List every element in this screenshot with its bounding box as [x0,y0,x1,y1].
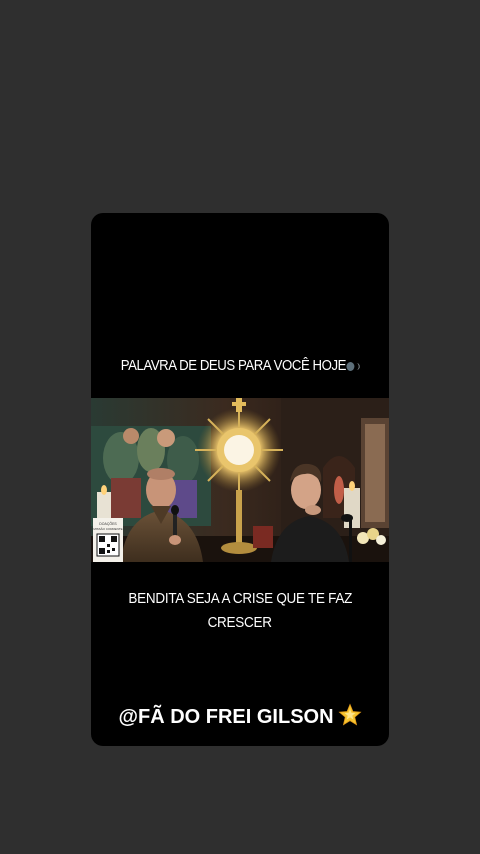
video-frame[interactable]: DOAÇÕES MISSÃO CORRENTE [91,398,389,562]
video-still: DOAÇÕES MISSÃO CORRENTE [91,398,389,562]
qr-label-1: DOAÇÕES [99,521,117,526]
qr-label-2: MISSÃO CORRENTE [93,526,122,531]
glowing-star-icon [338,703,362,726]
bottom-caption: BENDITA SEJA A CRISE QUE TE FAZ CRESCER [101,587,379,635]
bottom-caption-line1: BENDITA SEJA A CRISE QUE TE FAZ [128,590,352,607]
story-screen: PALAVRA DE DEUS PARA VOCÊ HOJE DOAÇÕES M… [0,0,480,854]
story-card[interactable]: PALAVRA DE DEUS PARA VOCÊ HOJE DOAÇÕES M… [91,213,389,746]
top-caption-text: PALAVRA DE DEUS PARA VOCÊ HOJE [120,357,347,374]
bottom-caption-line2: CRESCER [207,614,273,631]
top-caption: PALAVRA DE DEUS PARA VOCÊ HOJE [109,357,371,374]
speaking-head-icon [346,361,361,372]
account-handle[interactable]: @FÃ DO FREI GILSON [91,703,389,729]
account-handle-text: @FÃ DO FREI GILSON [118,706,334,728]
